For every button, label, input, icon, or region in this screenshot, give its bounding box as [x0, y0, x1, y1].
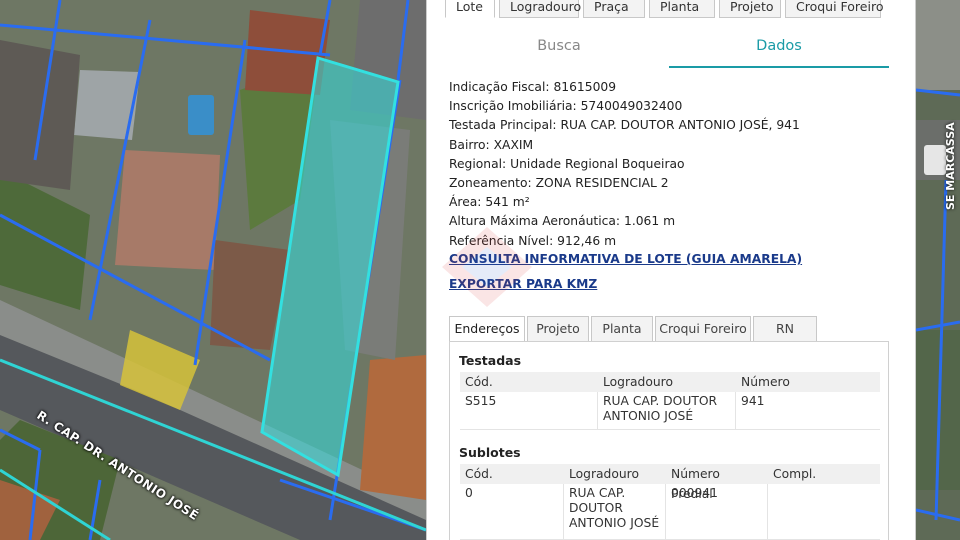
table-cell — [768, 484, 880, 539]
field-label: Zoneamento: — [449, 176, 532, 191]
street-label-right: SE MARCASSA — [944, 122, 957, 210]
column-header: Número — [741, 375, 790, 389]
subtab-dados[interactable]: Dados — [669, 30, 889, 68]
field-zoneamento: Zoneamento: ZONA RESIDENCIAL 2 — [449, 174, 899, 193]
testadas-title: Testadas — [459, 353, 522, 368]
table-cell: RUA CAP. DOUTOR ANTONIO JOSÉ — [598, 392, 736, 429]
field-label: Inscrição Imobiliária: — [449, 99, 577, 114]
field-testada-principal: Testada Principal: RUA CAP. DOUTOR ANTON… — [449, 116, 899, 135]
subtab-busca[interactable]: Busca — [449, 30, 669, 68]
table-header: Cód. Logradouro Número — [460, 372, 880, 392]
tab-praca[interactable]: Praça — [583, 0, 645, 18]
field-label: Bairro: — [449, 137, 490, 152]
column-header: Logradouro — [603, 375, 673, 389]
table-row[interactable]: 0 RUA CAP. DOUTOR ANTONIO JOSÉ 000941 — [460, 484, 880, 540]
tab-rn[interactable]: RN — [753, 316, 817, 342]
tab-projeto[interactable]: Projeto — [719, 0, 781, 18]
table-cell: RUA CAP. DOUTOR ANTONIO JOSÉ — [564, 484, 666, 539]
tab-lote[interactable]: Lote — [445, 0, 495, 18]
watermark-logo-icon — [442, 227, 532, 307]
field-value: 5740049032400 — [580, 99, 683, 114]
field-label: Área: — [449, 195, 482, 210]
map-canvas-right[interactable] — [916, 0, 960, 540]
map-canvas[interactable] — [0, 0, 426, 540]
column-header: Cód. — [465, 467, 493, 481]
tab-projeto-detail[interactable]: Projeto — [527, 316, 589, 342]
field-area: Área: 541 m² — [449, 193, 899, 212]
tab-enderecos[interactable]: Endereços — [449, 316, 525, 342]
tab-croqui-foreiro[interactable]: Croqui Foreiro — [785, 0, 883, 18]
sublotes-title: Sublotes — [459, 445, 521, 460]
field-value: 1.061 m — [624, 214, 676, 229]
table-header: Cód. Logradouro Número Predial Compl. — [460, 464, 880, 501]
field-regional: Regional: Unidade Regional Boqueirao — [449, 155, 899, 174]
table-cell: 0 — [460, 484, 564, 539]
field-label: Indicação Fiscal: — [449, 80, 550, 94]
field-indicacao-fiscal: Indicação Fiscal: 81615009 — [449, 78, 899, 97]
info-panel: Lote Logradouro Praça Planta Projeto Cro… — [426, 0, 916, 540]
field-label: Testada Principal: — [449, 118, 557, 133]
table-cell: 941 — [741, 394, 765, 408]
top-tabs: Lote Logradouro Praça Planta Projeto Cro… — [445, 0, 885, 18]
field-value: ZONA RESIDENCIAL 2 — [535, 176, 669, 191]
field-value: Unidade Regional Boqueirao — [510, 156, 685, 171]
column-header: Cód. — [465, 375, 493, 389]
sub-tabs: Busca Dados — [449, 30, 889, 68]
field-inscricao-imobiliaria: Inscrição Imobiliária: 5740049032400 — [449, 97, 899, 116]
map-view-right[interactable] — [916, 0, 960, 540]
sublotes-table: Cód. Logradouro Número Predial Compl. 0 … — [460, 464, 880, 540]
field-label: Regional: — [449, 156, 507, 171]
field-value: 81615009 — [553, 80, 617, 94]
column-header: Compl. — [773, 467, 817, 481]
tab-planta-detail[interactable]: Planta — [591, 316, 653, 342]
tab-croqui-foreiro-detail[interactable]: Croqui Foreiro — [655, 316, 751, 342]
table-row[interactable]: S515 RUA CAP. DOUTOR ANTONIO JOSÉ 941 — [460, 392, 880, 430]
column-header: Número Predial — [671, 467, 720, 501]
map-view[interactable]: R. CAP. DR. ANTONIO JOSÉ — [0, 0, 426, 540]
enderecos-content: Testadas Cód. Logradouro Número S515 RUA… — [449, 341, 889, 540]
field-value: 541 m² — [485, 195, 530, 210]
detail-tabs: Endereços Projeto Planta Croqui Foreiro … — [449, 316, 819, 342]
field-bairro: Bairro: XAXIM — [449, 136, 899, 155]
column-header: Logradouro — [569, 467, 639, 481]
field-value: RUA CAP. DOUTOR ANTONIO JOSÉ, 941 — [560, 118, 800, 133]
tab-planta[interactable]: Planta — [649, 0, 715, 18]
table-cell: S515 — [460, 392, 598, 429]
table-cell: 000941 — [666, 484, 768, 539]
field-value: XAXIM — [493, 137, 534, 152]
field-value: 912,46 m — [557, 233, 617, 248]
tab-logradouro[interactable]: Logradouro — [499, 0, 581, 18]
testadas-table: Cód. Logradouro Número S515 RUA CAP. DOU… — [460, 372, 880, 430]
